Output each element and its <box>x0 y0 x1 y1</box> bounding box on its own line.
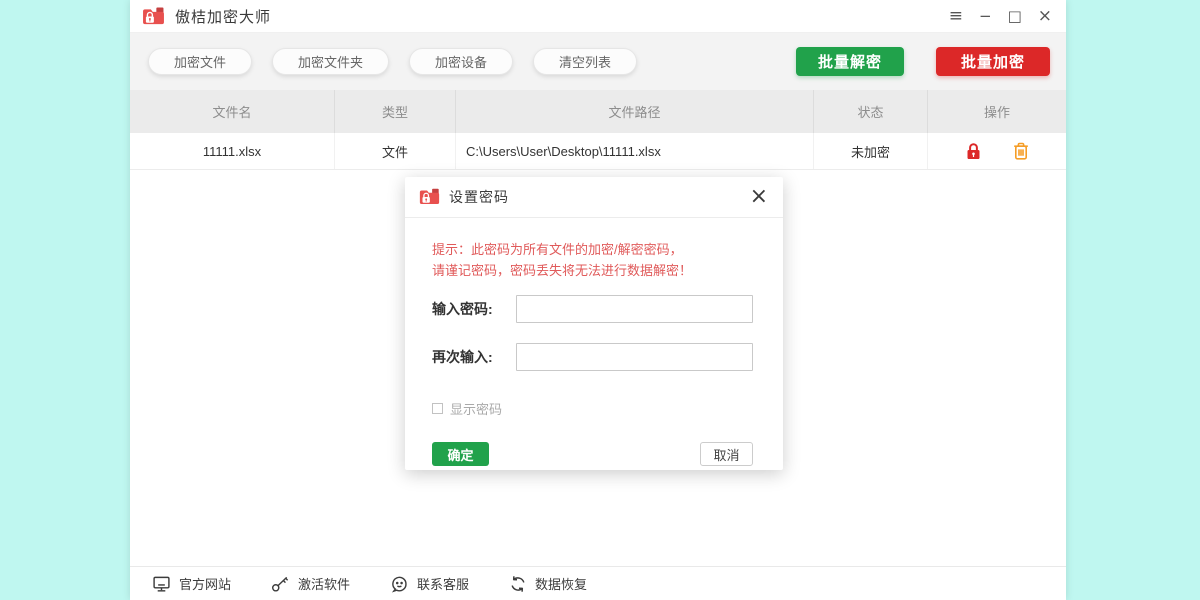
password-warning: 提示：此密码为所有文件的加密/解密密码， 请谨记密码，密码丢失将无法进行数据解密… <box>432 239 753 281</box>
warning-line-1: 提示：此密码为所有文件的加密/解密密码， <box>432 239 753 260</box>
show-password-label: 显示密码 <box>450 399 502 418</box>
encrypt-device-button[interactable]: 加密设备 <box>409 48 513 75</box>
header-type: 类型 <box>335 90 456 133</box>
password-row: 输入密码: <box>432 295 753 323</box>
confirm-password-input[interactable] <box>516 343 753 371</box>
confirm-password-row: 再次输入: <box>432 343 753 371</box>
app-title: 傲桔加密大师 <box>175 6 271 27</box>
password-input[interactable] <box>516 295 753 323</box>
close-icon[interactable]: × <box>1038 8 1052 25</box>
footer-link-label: 官方网站 <box>179 574 231 593</box>
dialog-header: 设置密码 × <box>405 177 783 218</box>
cell-filepath: C:\Users\User\Desktop\11111.xlsx <box>456 133 814 169</box>
dialog-folder-lock-icon <box>419 188 440 206</box>
clear-list-button[interactable]: 清空列表 <box>533 48 637 75</box>
cell-operations <box>928 133 1066 169</box>
table-row[interactable]: 11111.xlsx 文件 C:\Users\User\Desktop\1111… <box>130 133 1066 170</box>
refresh-icon <box>509 575 527 593</box>
footer: 官方网站 激活软件 联系客服 <box>130 566 1066 600</box>
minimize-icon[interactable]: − <box>979 9 992 24</box>
maximize-icon[interactable]: □ <box>1008 9 1022 24</box>
set-password-dialog: 设置密码 × 提示：此密码为所有文件的加密/解密密码， 请谨记密码，密码丢失将无… <box>405 177 783 470</box>
cancel-button[interactable]: 取消 <box>700 442 753 466</box>
key-icon <box>271 575 290 593</box>
header-filename: 文件名 <box>130 90 335 133</box>
batch-encrypt-button[interactable]: 批量加密 <box>936 47 1050 76</box>
app-logo-folder-lock-icon <box>142 7 165 26</box>
show-password-toggle[interactable]: 显示密码 <box>432 399 753 418</box>
encrypt-file-button[interactable]: 加密文件 <box>148 48 252 75</box>
footer-link-activate[interactable]: 激活软件 <box>271 574 350 593</box>
footer-link-label: 联系客服 <box>417 574 469 593</box>
table-header: 文件名 类型 文件路径 状态 操作 <box>130 90 1066 133</box>
dialog-buttons: 确定 取消 <box>432 442 753 466</box>
header-operations: 操作 <box>928 90 1066 133</box>
menu-icon[interactable]: ≡ <box>949 8 963 25</box>
header-filepath: 文件路径 <box>456 90 814 133</box>
cell-status: 未加密 <box>814 133 928 169</box>
toolbar: 加密文件 加密文件夹 加密设备 清空列表 批量解密 批量加密 <box>130 33 1066 90</box>
monitor-icon <box>152 575 171 593</box>
cell-filename: 11111.xlsx <box>130 133 335 169</box>
dialog-title: 设置密码 <box>449 187 509 207</box>
ok-button[interactable]: 确定 <box>432 442 489 466</box>
dialog-close-icon[interactable]: × <box>750 186 768 208</box>
footer-link-official-site[interactable]: 官方网站 <box>152 574 231 593</box>
trash-icon[interactable] <box>1013 142 1029 160</box>
encrypt-folder-button[interactable]: 加密文件夹 <box>272 48 389 75</box>
footer-link-label: 数据恢复 <box>535 574 587 593</box>
password-label: 输入密码: <box>432 299 516 319</box>
dialog-body: 提示：此密码为所有文件的加密/解密密码， 请谨记密码，密码丢失将无法进行数据解密… <box>405 239 783 466</box>
titlebar: 傲桔加密大师 ≡ − □ × <box>130 0 1066 33</box>
confirm-password-label: 再次输入: <box>432 347 516 367</box>
show-password-checkbox[interactable] <box>432 403 443 414</box>
cell-type: 文件 <box>335 133 456 169</box>
batch-decrypt-button[interactable]: 批量解密 <box>796 47 904 76</box>
lock-icon[interactable] <box>966 142 981 160</box>
footer-link-support[interactable]: 联系客服 <box>390 574 469 593</box>
window-controls: ≡ − □ × <box>949 8 1052 25</box>
footer-link-recovery[interactable]: 数据恢复 <box>509 574 587 593</box>
header-status: 状态 <box>814 90 928 133</box>
headset-icon <box>390 575 409 593</box>
warning-line-2: 请谨记密码，密码丢失将无法进行数据解密！ <box>432 260 753 281</box>
footer-link-label: 激活软件 <box>298 574 350 593</box>
